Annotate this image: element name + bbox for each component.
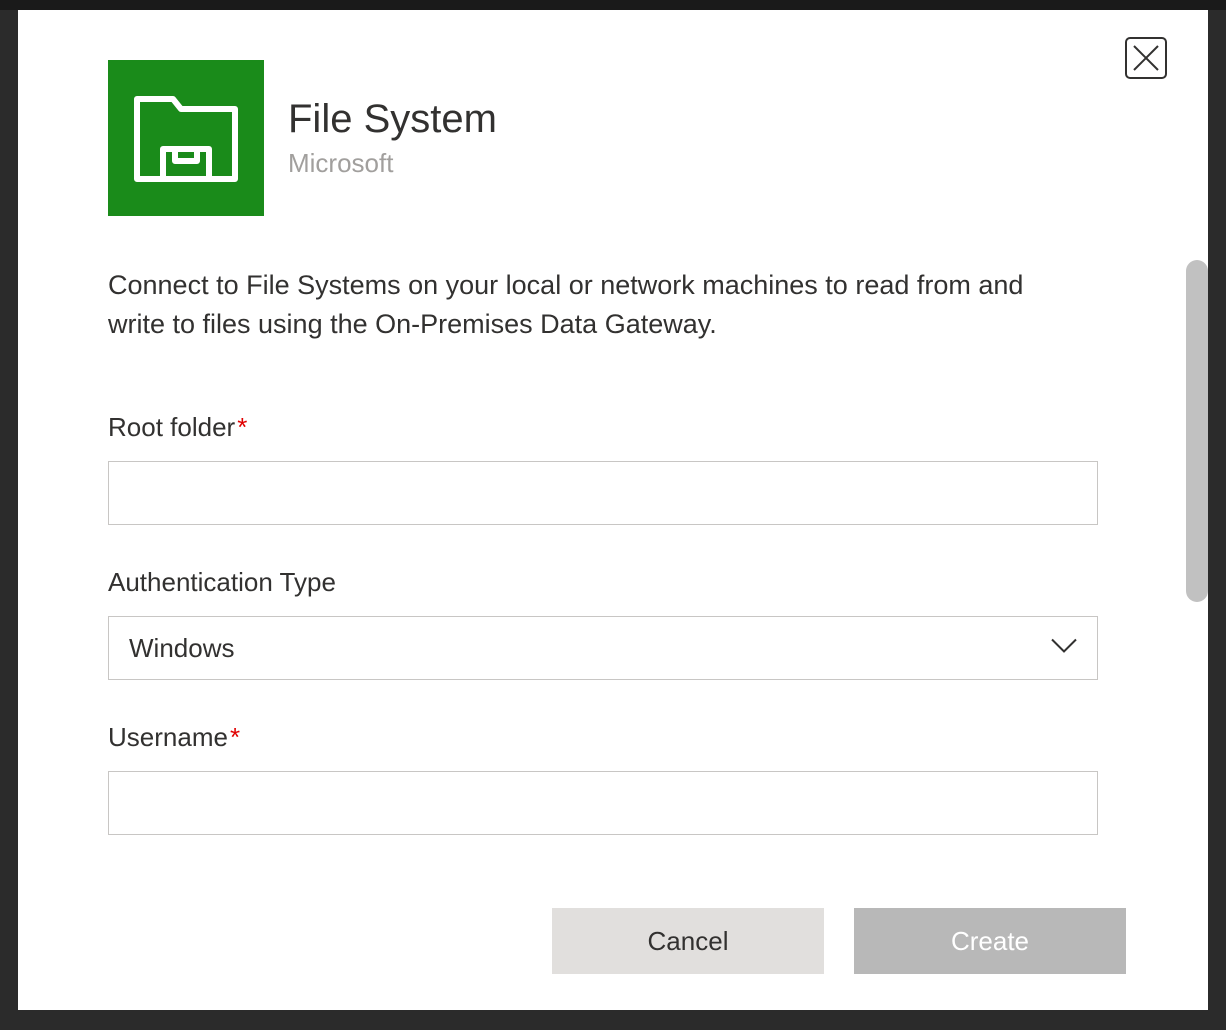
connector-title: File System bbox=[288, 97, 497, 142]
required-indicator: * bbox=[237, 412, 247, 442]
dialog-footer: Cancel Create bbox=[552, 908, 1126, 974]
connector-description: Connect to File Systems on your local or… bbox=[108, 266, 1048, 344]
create-button[interactable]: Create bbox=[854, 908, 1126, 974]
root-folder-input[interactable] bbox=[108, 461, 1098, 525]
username-label: Username* bbox=[108, 722, 1116, 753]
auth-type-group: Authentication Type Windows bbox=[108, 567, 1116, 680]
scrollbar-thumb[interactable] bbox=[1186, 260, 1208, 602]
username-input[interactable] bbox=[108, 771, 1098, 835]
connector-header: File System Microsoft bbox=[108, 60, 1116, 216]
connector-dialog: File System Microsoft Connect to File Sy… bbox=[18, 10, 1208, 1010]
required-indicator: * bbox=[230, 722, 240, 752]
connector-publisher: Microsoft bbox=[288, 148, 497, 179]
root-folder-group: Root folder* bbox=[108, 412, 1116, 525]
username-group: Username* bbox=[108, 722, 1116, 835]
cancel-button[interactable]: Cancel bbox=[552, 908, 824, 974]
auth-type-select[interactable]: Windows bbox=[108, 616, 1098, 680]
file-system-icon bbox=[108, 60, 264, 216]
root-folder-label: Root folder* bbox=[108, 412, 1116, 443]
dialog-body: File System Microsoft Connect to File Sy… bbox=[18, 10, 1176, 840]
auth-type-label: Authentication Type bbox=[108, 567, 1116, 598]
